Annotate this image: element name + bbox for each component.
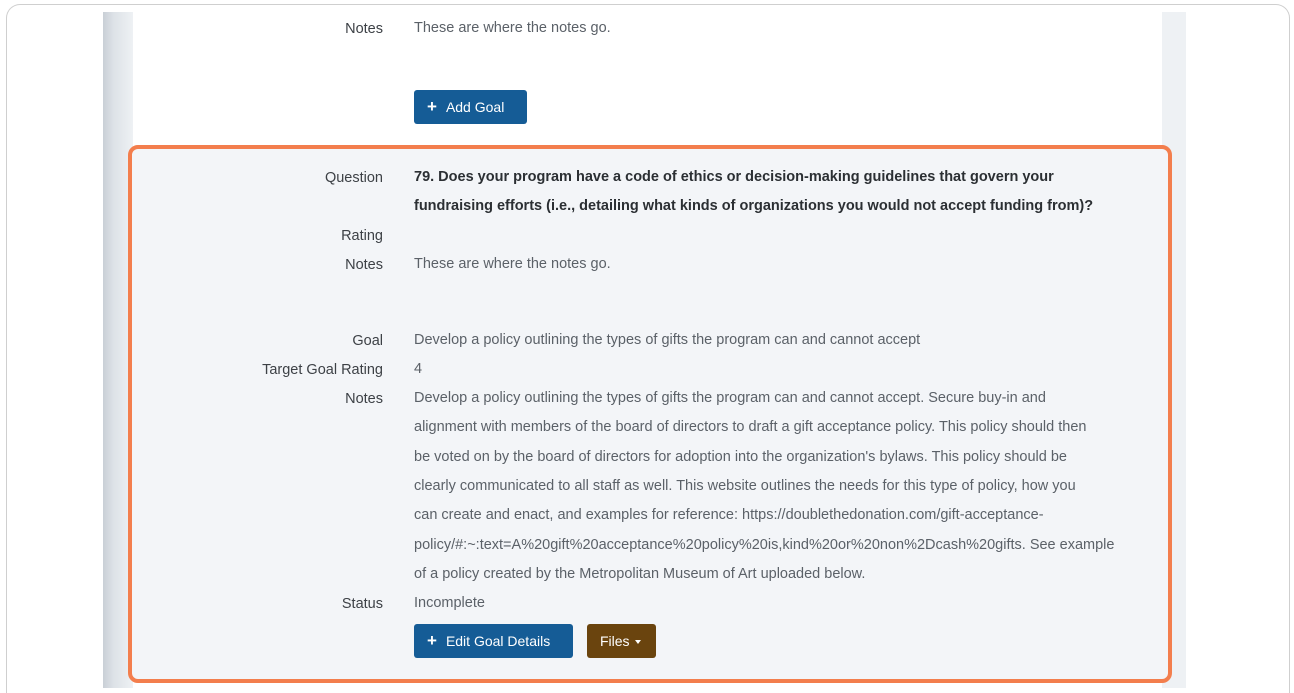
goal-notes-line-2: alignment with members of the board of d… — [414, 419, 1087, 435]
add-goal-button-label: Add Goal — [445, 99, 505, 115]
rating-label: Rating — [341, 228, 383, 244]
plus-icon: + — [427, 97, 437, 116]
edit-goal-details-button-label: Edit Goal Details — [445, 633, 551, 649]
edit-goal-details-button[interactable]: + Edit Goal Details — [414, 624, 573, 658]
goal-notes-line-3: be voted on by the board of directors fo… — [414, 449, 1067, 465]
goal-notes-line-5: can create and enact, and examples for r… — [414, 507, 1044, 523]
files-button-label: Files — [600, 633, 630, 649]
goal-notes-line-1: Develop a policy outlining the types of … — [414, 390, 1046, 406]
files-dropdown-button[interactable]: Files — [587, 624, 656, 658]
target-goal-rating-value: 4 — [414, 361, 423, 377]
add-goal-button[interactable]: + Add Goal — [414, 90, 527, 124]
goal-notes-line-6: policy/#:~:text=A%20gift%20acceptance%20… — [414, 537, 1115, 553]
status-value: Incomplete — [414, 595, 485, 611]
status-label: Status — [341, 596, 383, 612]
question-notes-label: Notes — [345, 257, 383, 273]
target-goal-rating-label: Target Goal Rating — [262, 362, 383, 378]
goal-notes-line-7: of a policy created by the Metropolitan … — [414, 566, 866, 582]
question-label: Question — [324, 170, 383, 186]
plus-icon: + — [427, 631, 437, 650]
goal-notes-label: Notes — [345, 391, 383, 407]
notes-label: Notes — [345, 21, 383, 37]
question-notes-value: These are where the notes go. — [414, 256, 611, 272]
question-text-line-1: 79. Does your program have a code of eth… — [414, 169, 1054, 185]
goal-notes-line-4: clearly communicated to all staff as wel… — [414, 478, 1076, 494]
question-text-line-2: fundraising efforts (i.e., detailing wha… — [414, 198, 1094, 214]
caret-down-icon — [634, 640, 641, 645]
goal-value: Develop a policy outlining the types of … — [414, 332, 921, 348]
notes-value: These are where the notes go. — [414, 20, 611, 36]
goal-label: Goal — [352, 333, 383, 349]
